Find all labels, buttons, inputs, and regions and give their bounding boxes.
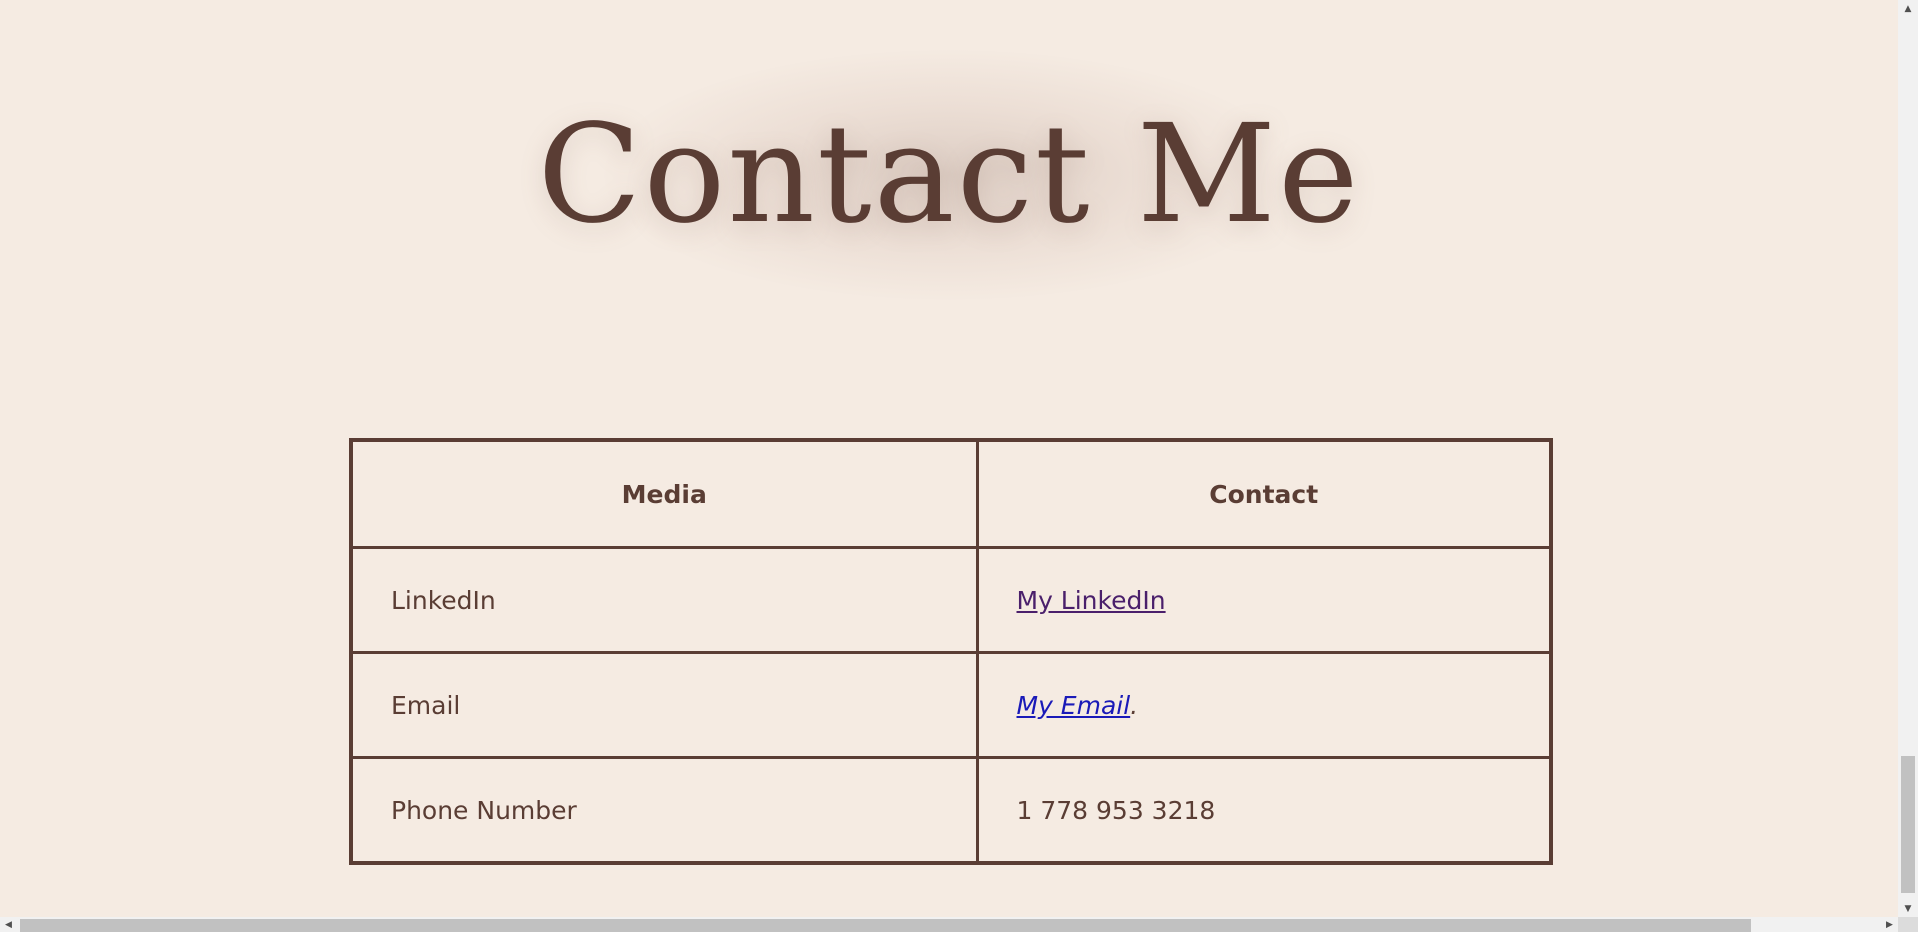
vertical-scroll-thumb[interactable] <box>1901 756 1915 893</box>
page-viewport: Contact Me Media Contact LinkedIn My Lin… <box>0 0 1898 917</box>
triangle-down-icon[interactable]: ▼ <box>1898 900 1918 917</box>
contact-cell-email: My Email. <box>975 651 1553 759</box>
media-cell-email: Email <box>349 651 979 759</box>
contact-cell-linkedin: My LinkedIn <box>975 546 1553 654</box>
triangle-up-icon[interactable]: ▲ <box>1898 0 1918 17</box>
triangle-left-icon[interactable]: ◀ <box>0 917 17 932</box>
table-header-row: Media Contact <box>349 438 1553 549</box>
contact-table: Media Contact LinkedIn My LinkedIn Email… <box>349 438 1553 865</box>
triangle-right-icon[interactable]: ▶ <box>1881 917 1898 932</box>
media-cell-linkedin: LinkedIn <box>349 546 979 654</box>
email-link[interactable]: My Email <box>1017 691 1131 720</box>
email-period: . <box>1130 690 1139 720</box>
vertical-scrollbar[interactable]: ▲ ▼ <box>1898 0 1918 917</box>
horizontal-scroll-thumb[interactable] <box>20 919 1751 932</box>
header-contact: Contact <box>975 438 1553 549</box>
horizontal-scrollbar[interactable]: ◀ ▶ <box>0 917 1898 932</box>
table-row-email: Email My Email. <box>349 651 1553 759</box>
contact-cell-phone: 1 778 953 3218 <box>975 756 1553 865</box>
scrollbar-corner <box>1898 917 1918 932</box>
title-section: Contact Me <box>0 50 1898 300</box>
media-cell-phone: Phone Number <box>349 756 979 865</box>
header-media: Media <box>349 438 979 549</box>
table-row-phone: Phone Number 1 778 953 3218 <box>349 756 1553 865</box>
linkedin-link[interactable]: My LinkedIn <box>1017 586 1166 615</box>
table-row-linkedin: LinkedIn My LinkedIn <box>349 546 1553 654</box>
page-title: Contact Me <box>537 96 1361 254</box>
